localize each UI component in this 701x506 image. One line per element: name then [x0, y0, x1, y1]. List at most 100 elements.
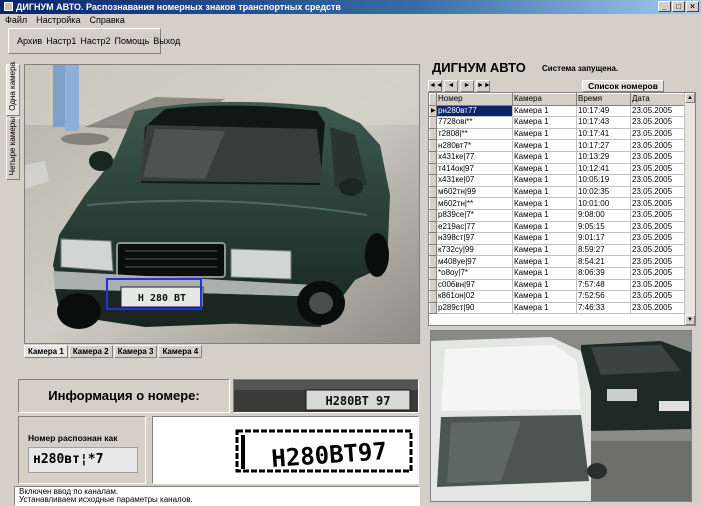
- menu-bar: Файл Настройка Справка: [0, 14, 701, 27]
- table-row[interactable]: т414ок|97 Камера 1 10:12:41 23.05.2005: [429, 162, 686, 176]
- cell-time: 10:17:41: [576, 128, 631, 141]
- tab-plate-list[interactable]: Список номеров: [582, 80, 664, 92]
- tab-camera-4[interactable]: Камера 4: [158, 345, 203, 358]
- row-pointer-icon: [429, 197, 437, 210]
- col-header-date[interactable]: Дата: [630, 93, 686, 106]
- table-row[interactable]: е219ас|77 Камера 1 9:05:15 23.05.2005: [429, 220, 686, 234]
- menu-file[interactable]: Файл: [5, 14, 27, 27]
- cell-date: 23.05.2005: [630, 244, 686, 257]
- tab-four-cameras[interactable]: Четыре камеры: [6, 117, 20, 180]
- col-header-plate[interactable]: Номер: [436, 93, 513, 106]
- cell-date: 23.05.2005: [630, 255, 686, 268]
- cell-camera: Камера 1: [512, 279, 577, 292]
- table-row[interactable]: р839се|7* Камера 1 9:08:00 23.05.2005: [429, 208, 686, 222]
- cell-camera: Камера 1: [512, 163, 577, 176]
- nav-next-button[interactable]: ►: [460, 80, 474, 92]
- nav-last-button[interactable]: ►►: [476, 80, 491, 92]
- tab-one-camera-label: Одна камера: [8, 62, 17, 111]
- plate-photo-text: Н280ВТ 97: [325, 394, 390, 408]
- secondary-camera-view[interactable]: [430, 330, 692, 502]
- cell-plate: к732су|99: [436, 244, 513, 257]
- table-scrollbar[interactable]: ▲ ▼: [684, 93, 695, 325]
- cell-camera: Камера 1: [512, 197, 577, 210]
- cell-plate: с006вн|97: [436, 279, 513, 292]
- close-button[interactable]: ×: [686, 1, 699, 12]
- cell-camera: Камера 1: [512, 255, 577, 268]
- table-row[interactable]: 7728ові** Камера 1 10:17:43 23.05.2005: [429, 116, 686, 129]
- cell-camera: Камера 1: [512, 128, 577, 141]
- cell-time: 10:01:00: [576, 197, 631, 210]
- scroll-up-icon[interactable]: ▲: [685, 93, 695, 103]
- row-pointer-icon: [429, 278, 437, 292]
- table-row[interactable]: х431ке|07 Камера 1 10:05:19 23.05.2005: [429, 174, 686, 187]
- table-row[interactable]: м602тн|** Камера 1 10:01:00 23.05.2005: [429, 197, 686, 210]
- minimize-button[interactable]: _: [658, 1, 671, 12]
- table-row[interactable]: м602тн|99 Камера 1 10:02:35 23.05.2005: [429, 185, 686, 199]
- tab-camera-2[interactable]: Камера 2: [68, 345, 113, 358]
- row-pointer-icon: [429, 162, 437, 176]
- scroll-down-icon[interactable]: ▼: [685, 315, 695, 325]
- plate-photo: Н280ВТ 97: [233, 379, 419, 413]
- cell-plate: х431ке|77: [436, 151, 513, 164]
- toolbar: Архив Настр1 Настр2 Помощь Выход: [8, 28, 180, 54]
- cell-camera: Камера 1: [512, 174, 577, 187]
- cell-camera: Камера 1: [512, 151, 577, 164]
- record-navigator: ◄◄ ◄ ► ►► Список номеров: [428, 80, 696, 92]
- toolbar-settings2-button[interactable]: Настр2: [80, 36, 110, 46]
- nav-prev-button[interactable]: ◄: [444, 80, 458, 92]
- event-log[interactable]: Включен ввод по каналам. Устанавливаем и…: [14, 486, 420, 506]
- toolbar-archive-button[interactable]: Архив: [17, 36, 42, 46]
- cell-camera: Камера 1: [512, 139, 577, 152]
- window-title: ДИГНУМ АВТО. Распознавания номерных знак…: [16, 2, 341, 12]
- recognition-result-panel: Номер распознан как н280вт¦*7: [18, 416, 146, 484]
- cell-camera: Камера 1: [512, 244, 577, 257]
- cell-plate: т2808|**: [436, 128, 513, 141]
- table-row[interactable]: р289ст|90 Камера 1 7:46:33 23.05.2005: [429, 301, 686, 315]
- cell-plate: *о8оу|7*: [436, 267, 513, 280]
- table-row[interactable]: *о8оу|7* Камера 1 8:06:39 23.05.2005: [429, 266, 686, 280]
- table-row[interactable]: х431ке|77 Камера 1 10:13:29 23.05.2005: [429, 150, 686, 164]
- app-brand-title: ДИГНУМ АВТО: [432, 60, 526, 75]
- plates-table[interactable]: Номер Камера Время Дата ▶ рн280вт77 Камера…: [428, 92, 696, 326]
- table-row[interactable]: к861он|02 Камера 1 7:52:56 23.05.2005: [429, 290, 686, 303]
- table-corner: [429, 93, 437, 106]
- toolbar-help-button[interactable]: Помощь: [115, 36, 150, 46]
- cell-date: 23.05.2005: [630, 209, 686, 222]
- cell-time: 8:59:27: [576, 244, 631, 257]
- cell-time: 8:06:39: [576, 267, 631, 280]
- tab-camera-3[interactable]: Камера 3: [113, 345, 158, 358]
- cell-time: 10:17:43: [576, 116, 631, 129]
- camera-view[interactable]: Н 280 ВТ: [24, 64, 420, 344]
- plate-info-heading: Информация о номере:: [18, 379, 230, 413]
- cell-date: 23.05.2005: [630, 279, 686, 292]
- row-pointer-icon: [429, 127, 437, 141]
- toolbar-exit-button[interactable]: Выход: [153, 36, 180, 46]
- cell-date: 23.05.2005: [630, 139, 686, 152]
- tab-camera-1[interactable]: Камера 1: [24, 345, 68, 358]
- cell-time: 9:05:15: [576, 221, 631, 234]
- binarized-plate-image: Н280ВТ97: [153, 417, 418, 483]
- table-row[interactable]: т2808|** Камера 1 10:17:41 23.05.2005: [429, 127, 686, 141]
- cell-date: 23.05.2005: [630, 232, 686, 245]
- table-row[interactable]: н280вт7* Камера 1 10:17:27 23.05.2005: [429, 139, 686, 152]
- tab-one-camera[interactable]: Одна камера: [6, 62, 20, 116]
- menu-settings[interactable]: Настройка: [36, 14, 80, 27]
- table-row[interactable]: м408уе|97 Камера 1 8:54:21 23.05.2005: [429, 255, 686, 268]
- row-pointer-icon: [429, 150, 437, 164]
- cell-date: 23.05.2005: [630, 151, 686, 164]
- nav-first-button[interactable]: ◄◄: [428, 80, 443, 92]
- table-row[interactable]: с006вн|97 Камера 1 7:57:48 23.05.2005: [429, 278, 686, 292]
- recognized-value: н280вт¦*7: [28, 447, 138, 473]
- col-header-camera[interactable]: Камера: [512, 93, 577, 106]
- table-row[interactable]: н398ст|97 Камера 1 9:01:17 23.05.2005: [429, 232, 686, 245]
- col-header-time[interactable]: Время: [576, 93, 631, 106]
- toolbar-settings1-button[interactable]: Настр1: [46, 36, 76, 46]
- maximize-button[interactable]: □: [672, 1, 685, 12]
- cell-camera: Камера 1: [512, 232, 577, 245]
- cell-time: 10:17:27: [576, 139, 631, 152]
- row-pointer-icon: [429, 139, 437, 152]
- menu-help[interactable]: Справка: [89, 14, 124, 27]
- cell-date: 23.05.2005: [630, 290, 686, 303]
- table-row[interactable]: ▶ рн280вт77 Камера 1 10:17:49 23.05.2005: [429, 104, 686, 118]
- table-row[interactable]: к732су|99 Камера 1 8:59:27 23.05.2005: [429, 243, 686, 257]
